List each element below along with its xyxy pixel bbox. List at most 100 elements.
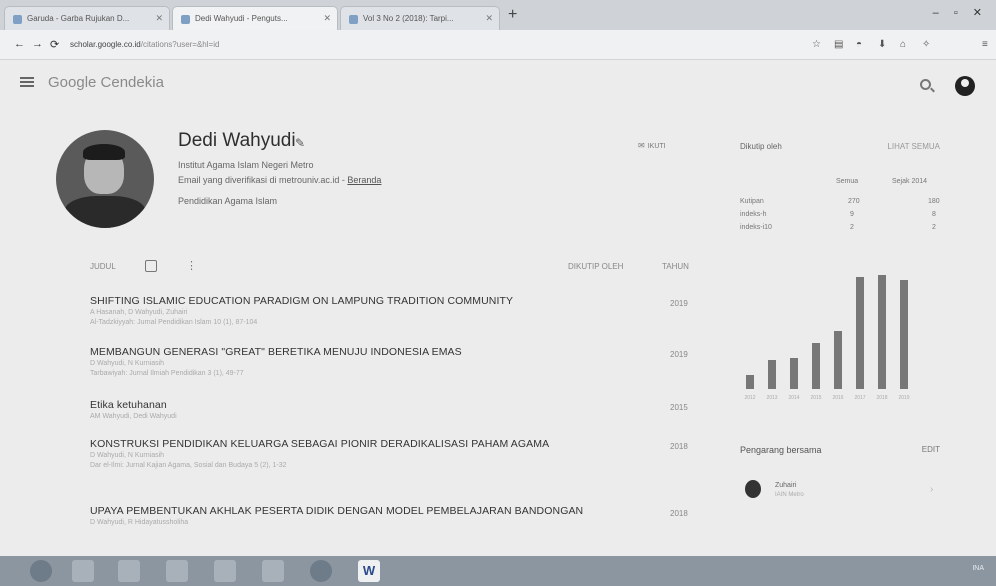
stats-all-value: 9 (850, 211, 854, 218)
article-authors: D Wahyudi, N Kurniasih (90, 360, 165, 367)
sort-by-title[interactable]: JUDUL (90, 262, 116, 271)
chart-tick-label: 2014 (788, 395, 800, 401)
browser-tab-2[interactable]: Dedi Wahyudi - Penguts... ✕ (172, 6, 338, 30)
window-controls[interactable]: – ▫ ✕ (933, 6, 988, 19)
stats-since-value: 2 (932, 224, 936, 231)
coauthor-avatar (745, 480, 761, 498)
profile-affiliation: Institut Agama Islam Negeri Metro (178, 160, 314, 170)
article-year: 2018 (670, 442, 688, 451)
profile-photo (56, 130, 154, 228)
citations-bar-chart: 2012 2013 2014 2015 2016 2017 2018 2019 (740, 268, 940, 403)
reload-icon[interactable]: ⟳ (50, 38, 59, 51)
article-row: Etika ketuhanan AM Wahyudi, Dedi Wahyudi… (90, 399, 695, 422)
browser-taskbar-icon[interactable] (310, 560, 332, 582)
close-tab-icon[interactable]: ✕ (485, 13, 493, 24)
profile-interest[interactable]: Pendidikan Agama Islam (178, 196, 277, 206)
chart-bar-2016[interactable] (834, 331, 842, 389)
os-taskbar: W INA (0, 556, 996, 586)
chart-bar-2013[interactable] (768, 360, 776, 389)
article-row: UPAYA PEMBENTUKAN AKHLAK PESERTA DIDIK D… (90, 505, 695, 528)
file-explorer-icon[interactable] (118, 560, 140, 582)
address-bar[interactable]: scholar.google.co.id/citations?user=&hl=… (70, 37, 650, 53)
view-all-link[interactable]: LIHAT SEMUA (887, 142, 940, 151)
home-icon[interactable]: ⌂ (900, 39, 906, 50)
chart-bar-2014[interactable] (790, 358, 798, 389)
article-venue: Al-Tadzkiyyah: Jurnal Pendidikan Islam 1… (90, 319, 258, 326)
stats-since-value: 8 (932, 211, 936, 218)
article-title[interactable]: Etika ketuhanan (90, 399, 590, 412)
extension-icon[interactable]: ✧ (922, 39, 930, 50)
url-host: scholar.google.co.id (70, 40, 141, 49)
stats-col-since: Sejak 2014 (892, 178, 928, 185)
back-arrow-icon[interactable]: ← (14, 38, 25, 50)
select-all-icon[interactable] (145, 260, 157, 272)
profile-name: Dedi Wahyudi (178, 130, 296, 151)
coauthor-affiliation: IAIN Metro (775, 492, 804, 498)
stats-all-value: 2 (850, 224, 854, 231)
article-authors: D Wahyudi, N Kurniasih (90, 452, 165, 459)
download-icon[interactable]: ⬇ (878, 39, 886, 50)
chart-tick-label: 2015 (810, 395, 822, 401)
article-year: 2019 (670, 299, 688, 308)
chart-bar-2019[interactable] (900, 280, 908, 389)
favicon-icon (349, 15, 358, 24)
stats-label[interactable]: Kutipan (740, 198, 764, 205)
system-tray[interactable]: INA (972, 565, 984, 572)
search-icon[interactable] (920, 79, 931, 90)
cited-by-header: Dikutip oleh LIHAT SEMUA (740, 142, 940, 151)
browser-tab-1[interactable]: Garuda - Garba Rujukan D... ✕ (4, 6, 170, 30)
favicon-icon (13, 15, 22, 24)
taskbar-app-icon[interactable] (262, 560, 284, 582)
chart-tick-label: 2013 (766, 395, 778, 401)
homepage-link[interactable]: Beranda (347, 175, 381, 185)
stats-col-all: Semua (836, 178, 859, 185)
chevron-right-icon[interactable]: › (930, 484, 933, 495)
article-row: MEMBANGUN GENERASI "GREAT" BERETIKA MENU… (90, 346, 695, 379)
article-year: 2019 (670, 350, 688, 359)
taskbar-app-icon[interactable] (72, 560, 94, 582)
word-taskbar-icon[interactable]: W (358, 560, 380, 582)
chart-tick-label: 2018 (876, 395, 888, 401)
sort-by-cited[interactable]: DIKUTIP OLEH (568, 262, 623, 271)
stats-since-value: 180 (928, 198, 940, 205)
article-year: 2018 (670, 509, 688, 518)
follow-button[interactable]: IKUTI (638, 141, 666, 150)
close-tab-icon[interactable]: ✕ (155, 13, 163, 24)
scholar-logo[interactable]: Google Cendekia (48, 74, 164, 91)
account-avatar-icon[interactable] (955, 76, 975, 96)
chart-bar-2012[interactable] (746, 375, 754, 389)
stats-label[interactable]: indeks-h (740, 211, 766, 218)
browser-tab-3[interactable]: Vol 3 No 2 (2018): Tarpi... ✕ (340, 6, 500, 30)
chart-tick-label: 2017 (854, 395, 866, 401)
forward-arrow-icon[interactable]: → (32, 38, 43, 50)
chart-bar-2015[interactable] (812, 343, 820, 389)
edit-coauthors-button[interactable]: EDIT (922, 445, 940, 454)
article-authors: A Hasanah, D Wahyudi, Zuhairi (90, 309, 188, 316)
new-tab-button[interactable]: + (508, 6, 517, 24)
url-path: /citations?user=&hl=id (140, 40, 220, 49)
article-authors: D Wahyudi, R Hidayatussholiha (90, 519, 189, 526)
article-title[interactable]: KONSTRUKSI PENDIDIKAN KELUARGA SEBAGAI P… (90, 438, 590, 451)
taskbar-app-icon[interactable] (166, 560, 188, 582)
coauthors-title: Pengarang bersama (740, 445, 822, 455)
chart-bar-2017[interactable] (856, 277, 864, 389)
browser-tab-strip: Garuda - Garba Rujukan D... ✕ Dedi Wahyu… (0, 0, 996, 30)
coauthor-name[interactable]: Zuhairi (775, 482, 796, 489)
article-title[interactable]: UPAYA PEMBENTUKAN AKHLAK PESERTA DIDIK D… (90, 505, 590, 518)
coauthors-header: Pengarang bersama EDIT (740, 445, 940, 455)
edit-pencil-icon[interactable]: ✎ (295, 136, 305, 150)
hamburger-menu-icon[interactable] (20, 77, 34, 87)
taskbar-app-icon[interactable] (214, 560, 236, 582)
article-title[interactable]: SHIFTING ISLAMIC EDUCATION PARADIGM ON L… (90, 295, 590, 308)
more-options-icon[interactable]: ⋮ (186, 259, 197, 272)
reader-view-icon[interactable]: ▤ (834, 39, 843, 50)
close-tab-icon[interactable]: ✕ (323, 13, 331, 24)
bookmark-star-icon[interactable]: ☆ (812, 39, 821, 50)
pocket-icon[interactable]: ◓ (856, 39, 862, 50)
sort-by-year[interactable]: TAHUN (662, 262, 689, 271)
article-title[interactable]: MEMBANGUN GENERASI "GREAT" BERETIKA MENU… (90, 346, 590, 359)
stats-label[interactable]: indeks-i10 (740, 224, 772, 231)
start-button-icon[interactable] (30, 560, 52, 582)
browser-menu-icon[interactable]: ≡ (982, 39, 988, 50)
chart-bar-2018[interactable] (878, 275, 886, 389)
